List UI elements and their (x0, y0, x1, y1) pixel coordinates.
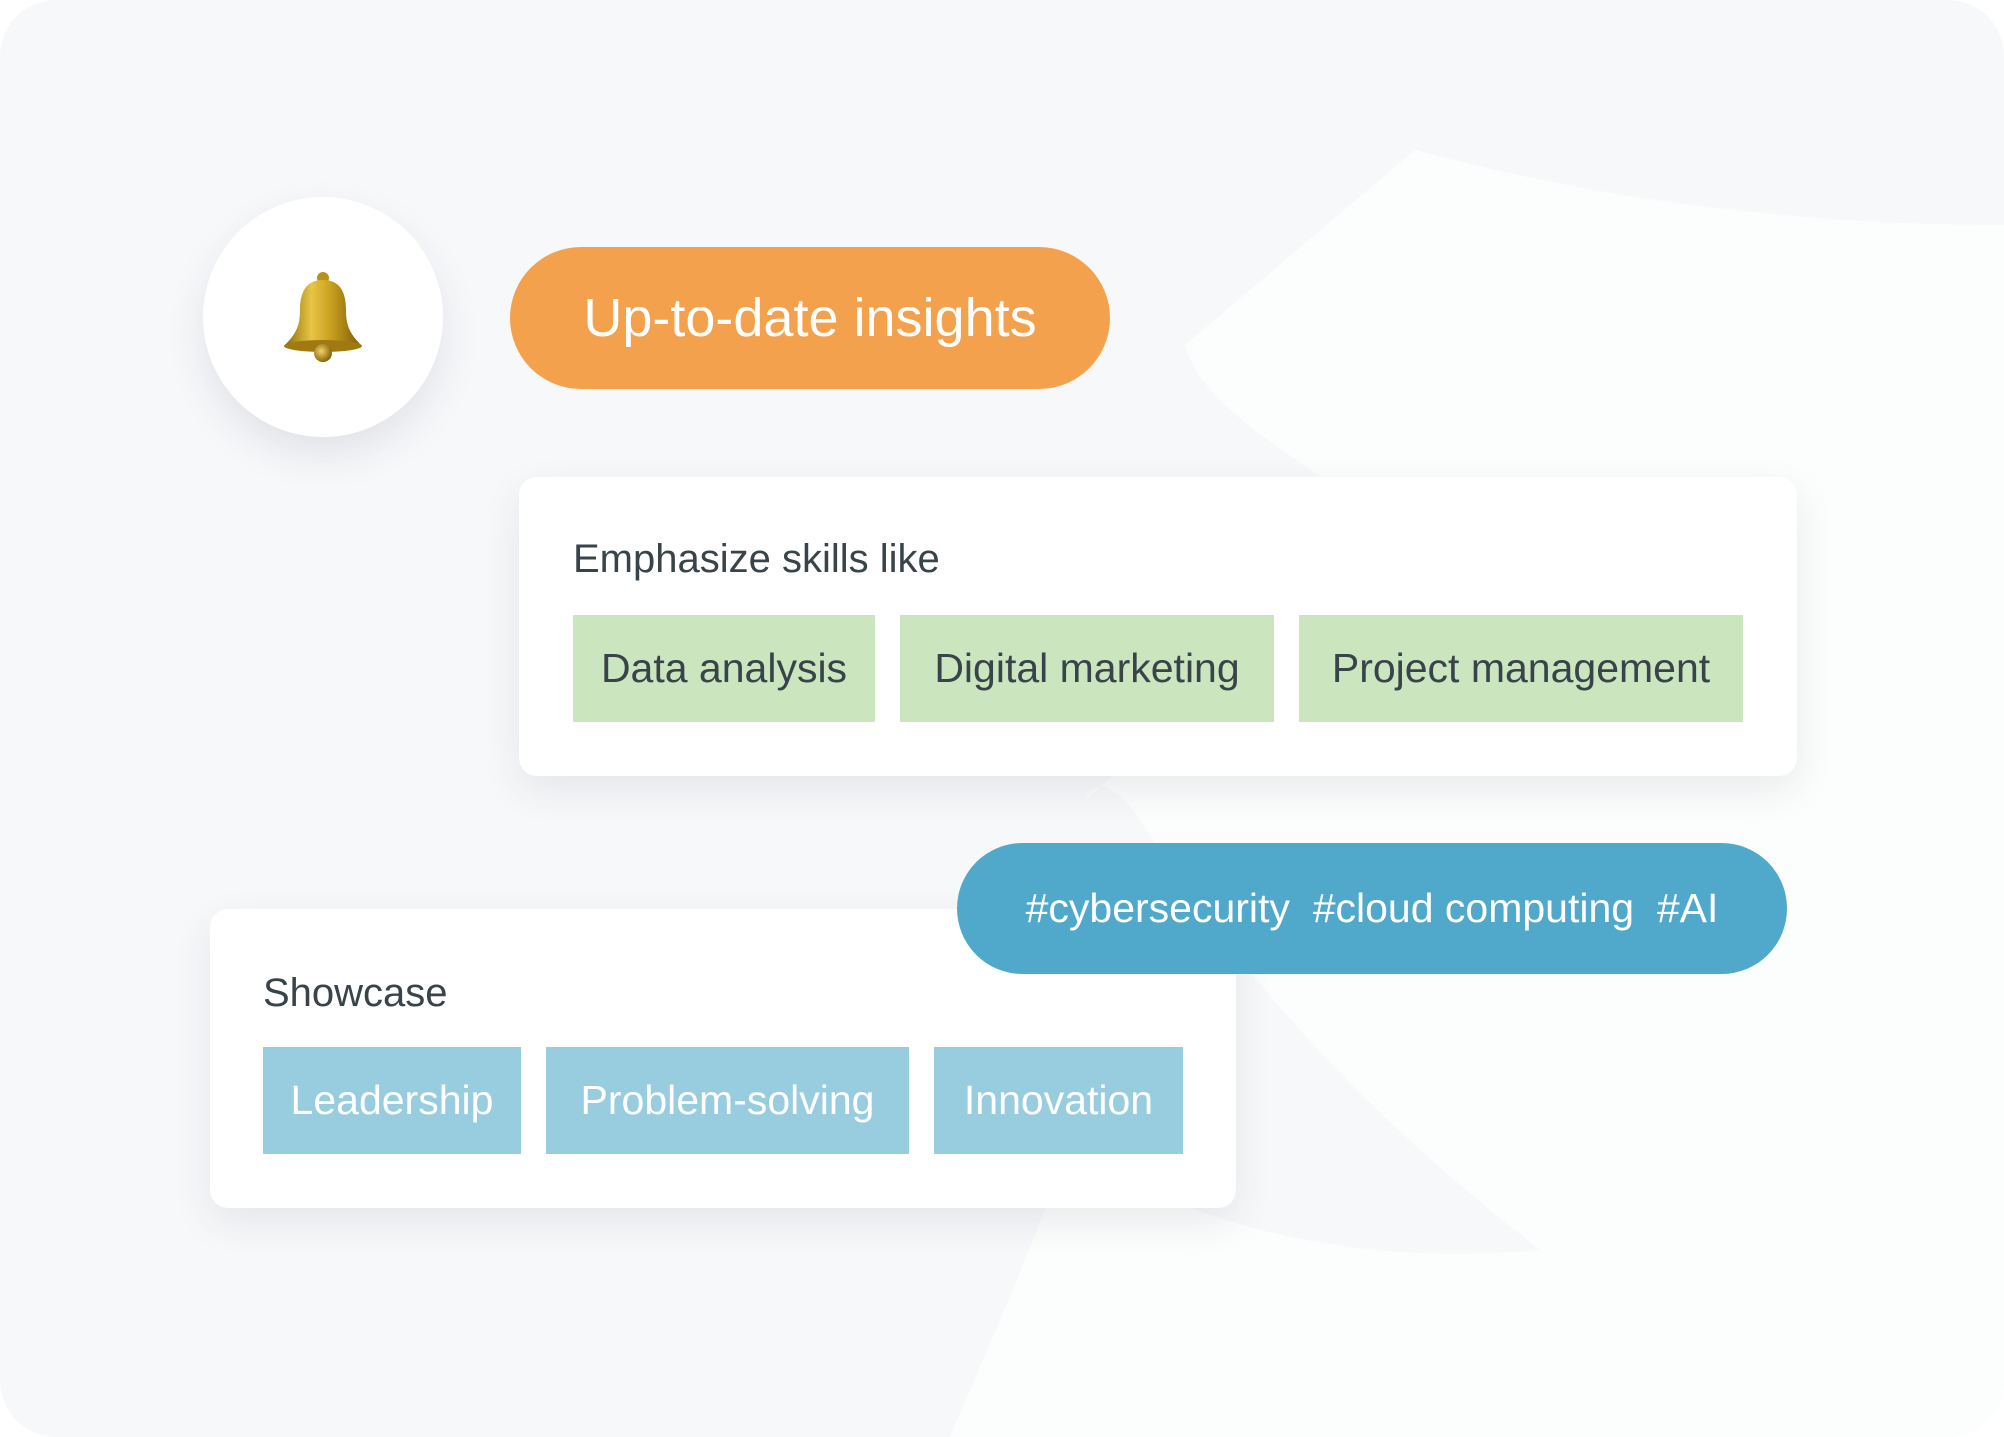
skill-chip-list: Data analysis Digital marketing Project … (573, 615, 1743, 722)
card-title: Emphasize skills like (573, 537, 940, 581)
notification-bell-button[interactable] (203, 197, 443, 437)
bell-icon (284, 272, 362, 362)
illustration-frame: Up-to-date insights Emphasize skills lik… (0, 0, 2004, 1437)
skill-chip[interactable]: Problem-solving (546, 1047, 909, 1154)
skill-chip[interactable]: Data analysis (573, 615, 875, 722)
card-title: Showcase (263, 971, 448, 1015)
skill-chip-list: Leadership Problem-solving Innovation (263, 1047, 1183, 1154)
hashtags-label: #cybersecurity #cloud computing #AI (1025, 885, 1719, 931)
up-to-date-insights-badge: Up-to-date insights (510, 247, 1110, 389)
badge-label: Up-to-date insights (583, 288, 1037, 348)
hashtags-badge: #cybersecurity #cloud computing #AI (957, 843, 1787, 974)
skill-chip[interactable]: Innovation (934, 1047, 1183, 1154)
skill-chip[interactable]: Project management (1299, 615, 1743, 722)
skill-chip[interactable]: Digital marketing (900, 615, 1274, 722)
background-shape (950, 150, 2004, 1437)
skill-chip[interactable]: Leadership (263, 1047, 521, 1154)
emphasize-skills-card: Emphasize skills like Data analysis Digi… (519, 477, 1797, 776)
